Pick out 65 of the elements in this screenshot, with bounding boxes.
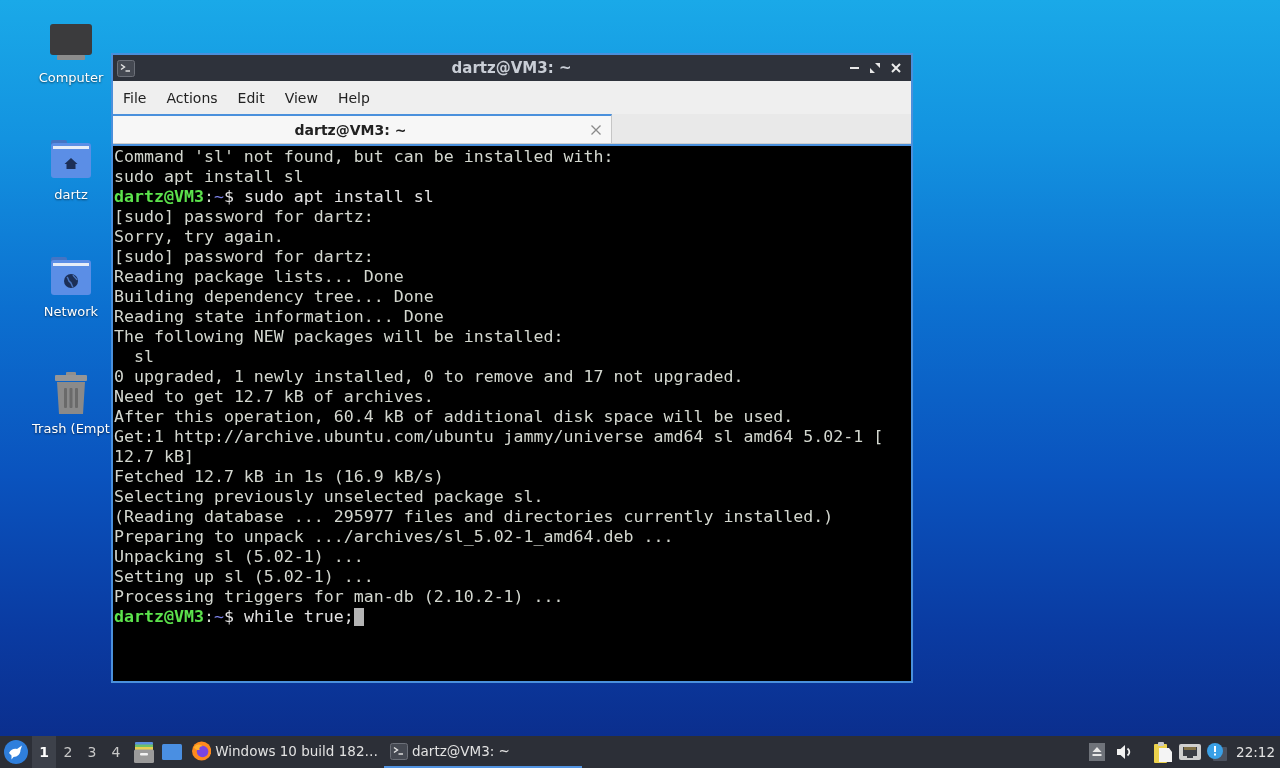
output-line: sudo apt install sl: [114, 167, 304, 187]
output-line: Reading state information... Done: [114, 307, 444, 327]
output-line: Unpacking sl (5.02-1) ...: [114, 547, 364, 567]
prompt-user: dartz@VM3: [114, 187, 204, 207]
clock[interactable]: 22:12: [1236, 744, 1275, 760]
output-line: Reading package lists... Done: [114, 267, 404, 287]
start-menu-button[interactable]: [3, 739, 29, 765]
task-button[interactable]: Windows 10 build 182…: [186, 736, 384, 768]
prompt-separator: :: [203, 187, 214, 207]
globe-folder-icon[interactable]: [51, 257, 91, 295]
tab[interactable]: dartz@VM3: ~: [113, 114, 612, 143]
desktop-icon-label[interactable]: Network: [43, 304, 99, 320]
notes-icon[interactable]: [1154, 741, 1173, 763]
workspace-button[interactable]: 3: [80, 736, 104, 768]
globe-icon: [192, 741, 212, 761]
minimize-icon: [849, 67, 859, 69]
workspace-button[interactable]: 4: [104, 736, 128, 768]
output-line: sl: [132, 347, 154, 367]
output-line: Command 'sl' not found, but can be installed with:: [114, 147, 614, 167]
task-button[interactable]: dartz@VM3: ~: [384, 736, 582, 768]
prompt-path: ~: [213, 607, 224, 627]
output-line: Selecting previously unselected package sl.: [114, 487, 544, 507]
command-text: $ while true;: [223, 607, 354, 627]
bird-icon: [4, 740, 28, 764]
close-icon: [891, 63, 901, 73]
output-line: [sudo] password for dartz:: [114, 207, 374, 227]
prompt-separator: :: [203, 607, 214, 627]
output-line: After this operation, 60.4 kB of additional disk space will be used.: [114, 407, 794, 427]
output-line: The following NEW packages will be installed:: [114, 327, 564, 347]
prompt-user: dartz@VM3: [114, 607, 204, 627]
network-port-icon[interactable]: [1179, 744, 1202, 760]
output-line: [sudo] password for dartz:: [114, 247, 374, 267]
eject-icon[interactable]: [1089, 743, 1106, 761]
menu-item[interactable]: File: [113, 85, 157, 110]
prompt-path: ~: [213, 187, 224, 207]
output-line: Get:1 http://archive.ubuntu.com/ubuntu jammy/universe amd64 sl amd64 5.02-1 [: [114, 427, 884, 447]
output-line: Need to get 12.7 kB of archives.: [114, 387, 434, 407]
desktop-icon-label[interactable]: dartz: [54, 187, 88, 203]
output-line: Setting up sl (5.02-1) ...: [114, 567, 374, 587]
output-line: Sorry, try again.: [114, 227, 284, 247]
desktop-icon-label[interactable]: Trash (Empt: [32, 421, 110, 437]
command-text: $ sudo apt install sl: [223, 187, 434, 207]
home-folder-icon[interactable]: [51, 140, 91, 178]
terminal-icon: [390, 742, 408, 760]
output-line: Preparing to unpack .../archives/sl_5.02-1_amd64.deb ...: [114, 527, 674, 547]
monitor-icon[interactable]: [50, 24, 92, 60]
workspace-button[interactable]: 1: [32, 736, 56, 768]
alert-icon[interactable]: [1207, 743, 1228, 761]
window-title: dartz@VM3: ~: [451, 59, 572, 77]
output-line: (Reading database ... 295977 files and directories currently installed.): [114, 507, 834, 527]
output-line: 0 upgraded, 1 newly installed, 0 to remove and 17 not upgraded.: [114, 367, 744, 387]
menu-item[interactable]: View: [274, 85, 328, 110]
screen-icon: [162, 744, 182, 760]
output-line: 12.7 kB]: [114, 447, 194, 467]
menu-item[interactable]: Help: [327, 85, 380, 110]
output-line: Processing triggers for man-db (2.10.2-1) ...: [114, 587, 564, 607]
terminal-icon: [117, 59, 135, 77]
menu-item[interactable]: Edit: [227, 85, 275, 110]
menu-item[interactable]: Actions: [156, 85, 228, 110]
file-cabinet-icon: [134, 741, 154, 763]
output-line: Building dependency tree... Done: [114, 287, 434, 307]
maximize-icon: [870, 63, 880, 73]
close-icon: [591, 124, 601, 135]
workspace-button[interactable]: 2: [56, 736, 80, 768]
output-line: Fetched 12.7 kB in 1s (16.9 kB/s): [114, 467, 444, 487]
